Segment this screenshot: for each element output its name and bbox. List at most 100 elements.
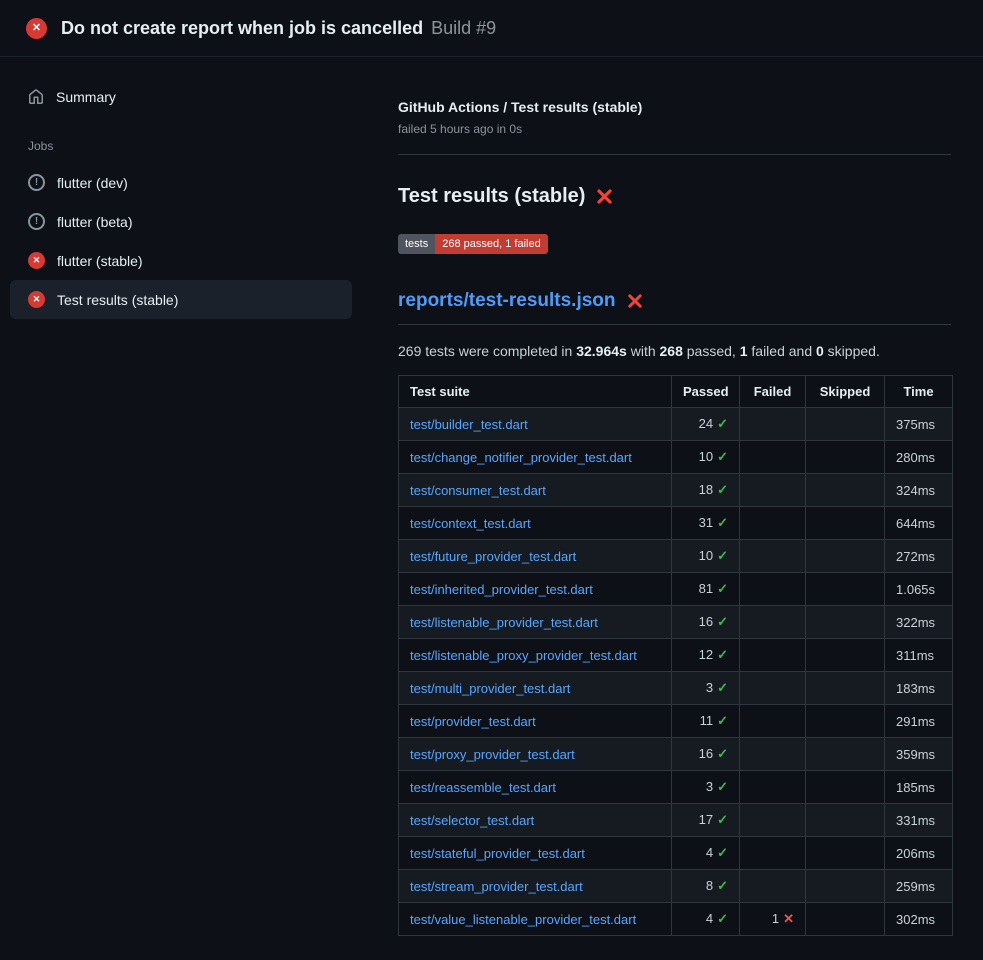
test-suite-link[interactable]: test/multi_provider_test.dart [410, 681, 570, 696]
test-suite-link[interactable]: test/proxy_provider_test.dart [410, 747, 575, 762]
sidebar-item-flutter-dev[interactable]: ! flutter (dev) [10, 163, 352, 202]
table-row: test/reassemble_test.dart 3✓ 185ms [399, 771, 953, 804]
failed-cell [740, 672, 806, 705]
table-row: test/inherited_provider_test.dart81✓1.06… [399, 573, 953, 606]
sidebar-item-test-results-stable[interactable]: ✕Test results (stable) [10, 280, 352, 319]
check-icon: ✓ [717, 746, 728, 761]
failed-cell [740, 705, 806, 738]
job-label: flutter (dev) [57, 175, 128, 191]
check-icon: ✓ [717, 614, 728, 629]
failed-cell [740, 870, 806, 903]
test-results-table: Test suitePassedFailedSkippedTime test/b… [398, 375, 953, 936]
passed-cell: 3✓ [672, 771, 740, 804]
test-suite-link[interactable]: test/builder_test.dart [410, 417, 528, 432]
time-cell: 311ms [885, 639, 953, 672]
summary-label: Summary [56, 89, 116, 105]
table-row: test/change_notifier_provider_test.dart 1… [399, 441, 953, 474]
summary-stat: 32.964s [576, 343, 627, 359]
test-suite-cell: test/stateful_provider_test.dart [399, 837, 672, 870]
test-suite-link[interactable]: test/context_test.dart [410, 516, 531, 531]
summary-stat: 0 [816, 343, 824, 359]
time-cell: 331ms [885, 804, 953, 837]
section-title: Test results (stable) [398, 185, 585, 208]
passed-cell: 4✓ [672, 903, 740, 936]
job-label: flutter (beta) [57, 214, 132, 230]
column-header-skipped: Skipped [806, 376, 885, 408]
time-cell: 322ms [885, 606, 953, 639]
summary-text: passed, [683, 343, 740, 359]
check-icon: ✓ [717, 878, 728, 893]
test-suite-link[interactable]: test/consumer_test.dart [410, 483, 546, 498]
time-cell: 185ms [885, 771, 953, 804]
alert-circle-icon: ! [28, 174, 45, 191]
time-cell: 302ms [885, 903, 953, 936]
failed-cell [740, 738, 806, 771]
check-icon: ✓ [717, 812, 728, 827]
passed-cell: 10✓ [672, 540, 740, 573]
test-suite-link[interactable]: test/change_notifier_provider_test.dart [410, 450, 632, 465]
report-title-row: reports/test-results.json [398, 290, 951, 325]
report-file-link[interactable]: reports/test-results.json [398, 290, 616, 312]
failed-cell [740, 441, 806, 474]
passed-cell: 4✓ [672, 837, 740, 870]
summary-line: 269 tests were completed in 32.964s with… [398, 343, 951, 359]
check-icon: ✓ [717, 416, 728, 431]
build-number: Build #9 [431, 18, 496, 39]
time-cell: 259ms [885, 870, 953, 903]
time-cell: 272ms [885, 540, 953, 573]
test-suite-link[interactable]: test/value_listenable_provider_test.dart [410, 912, 636, 927]
passed-cell: 24✓ [672, 408, 740, 441]
skipped-cell [806, 507, 885, 540]
sidebar: Summary Jobs !flutter (dev)!flutter (bet… [0, 57, 380, 319]
x-icon: ✕ [783, 911, 794, 926]
x-circle-icon: ✕ [26, 18, 47, 39]
test-suite-link[interactable]: test/stream_provider_test.dart [410, 879, 583, 894]
failed-cell: 1✕ [740, 903, 806, 936]
check-icon: ✓ [717, 713, 728, 728]
test-suite-cell: test/proxy_provider_test.dart [399, 738, 672, 771]
test-suite-link[interactable]: test/stateful_provider_test.dart [410, 846, 585, 861]
summary-text: skipped. [824, 343, 880, 359]
section-title-row: Test results (stable) [398, 185, 951, 208]
table-row: test/listenable_proxy_provider_test.dart… [399, 639, 953, 672]
test-suite-link[interactable]: test/provider_test.dart [410, 714, 536, 729]
time-cell: 291ms [885, 705, 953, 738]
test-suite-cell: test/stream_provider_test.dart [399, 870, 672, 903]
alert-circle-icon: ! [28, 213, 45, 230]
table-row: test/selector_test.dart17✓331ms [399, 804, 953, 837]
skipped-cell [806, 672, 885, 705]
test-suite-link[interactable]: test/listenable_provider_test.dart [410, 615, 598, 630]
table-row: test/stateful_provider_test.dart4✓206ms [399, 837, 953, 870]
test-suite-cell: test/value_listenable_provider_test.dart [399, 903, 672, 936]
table-row: test/proxy_provider_test.dart16✓359ms [399, 738, 953, 771]
column-header-test-suite: Test suite [399, 376, 672, 408]
main-content: GitHub Actions / Test results (stable) f… [380, 57, 983, 960]
time-cell: 183ms [885, 672, 953, 705]
skipped-cell [806, 870, 885, 903]
check-icon: ✓ [717, 845, 728, 860]
table-row: test/listenable_provider_test.dart16✓322… [399, 606, 953, 639]
failed-cell [740, 507, 806, 540]
skipped-cell [806, 837, 885, 870]
failed-cell [740, 606, 806, 639]
sidebar-item-summary[interactable]: Summary [0, 81, 380, 113]
skipped-cell [806, 408, 885, 441]
skipped-cell [806, 474, 885, 507]
summary-stat: 1 [740, 343, 748, 359]
sidebar-item-flutter-beta[interactable]: ! flutter (beta) [10, 202, 352, 241]
job-label: Test results (stable) [57, 292, 178, 308]
test-suite-link[interactable]: test/selector_test.dart [410, 813, 534, 828]
passed-cell: 10✓ [672, 441, 740, 474]
test-suite-link[interactable]: test/inherited_provider_test.dart [410, 582, 593, 597]
column-header-failed: Failed [740, 376, 806, 408]
check-icon: ✓ [717, 911, 728, 926]
passed-cell: 81✓ [672, 573, 740, 606]
skipped-cell [806, 573, 885, 606]
badge-value: 268 passed, 1 failed [435, 234, 547, 254]
test-suite-link[interactable]: test/listenable_proxy_provider_test.dart [410, 648, 637, 663]
test-suite-link[interactable]: test/future_provider_test.dart [410, 549, 576, 564]
time-cell: 375ms [885, 408, 953, 441]
test-suite-link[interactable]: test/reassemble_test.dart [410, 780, 556, 795]
sidebar-item-flutter-stable[interactable]: ✕flutter (stable) [10, 241, 352, 280]
passed-cell: 11✓ [672, 705, 740, 738]
